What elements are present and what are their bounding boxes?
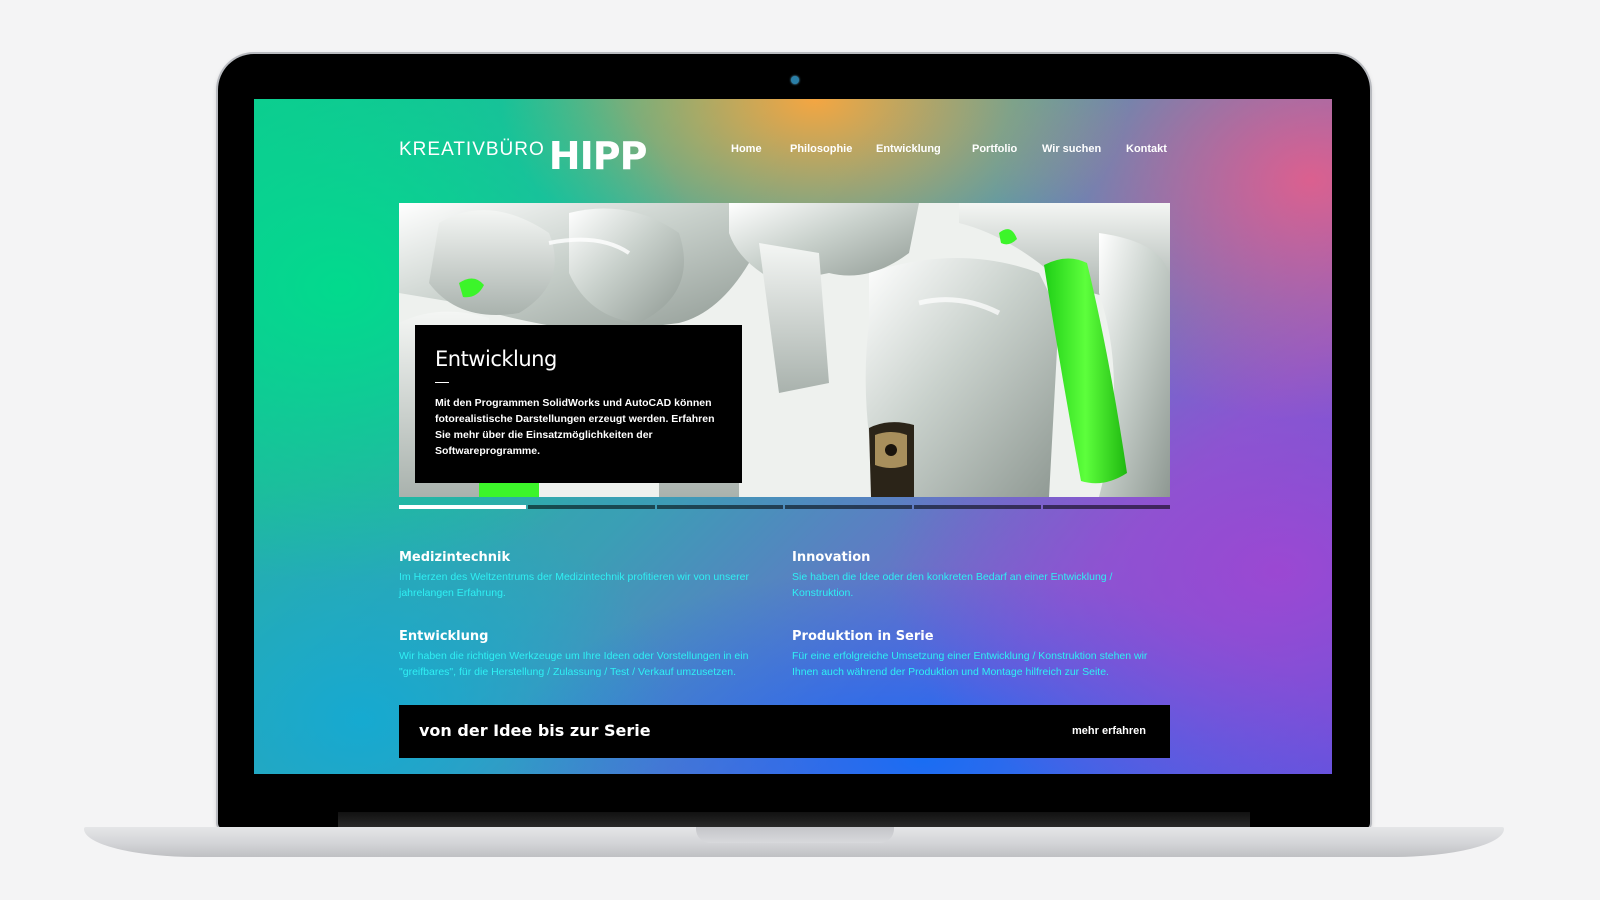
feature-produktion: Produktion in Serie Für eine erfolgreich… (792, 629, 1162, 680)
cta-title: von der Idee bis zur Serie (419, 721, 651, 740)
feature-title: Innovation (792, 550, 871, 565)
feature-title: Produktion in Serie (792, 629, 934, 644)
slider-dot-3[interactable] (656, 505, 784, 509)
feature-title: Entwicklung (399, 629, 489, 644)
nav-item-wir-suchen[interactable]: Wir suchen (1042, 143, 1101, 155)
feature-medizintechnik: Medizintechnik Im Herzen des Weltzentrum… (399, 550, 769, 601)
slider-dot-2[interactable] (527, 505, 655, 509)
feature-text: Wir haben die richtigen Werkzeuge um Ihr… (399, 650, 749, 678)
laptop-hinge (338, 812, 1250, 828)
browser-viewport: KREATIVBÜRO HIPP Home Philosophie Entwic… (254, 99, 1332, 774)
hero-caption-box: Entwicklung Mit den Programmen SolidWork… (415, 325, 742, 483)
laptop-base-notch (696, 827, 894, 843)
feature-text: Im Herzen des Weltzentrums der Medizinte… (399, 571, 749, 599)
hero-description: Mit den Programmen SolidWorks und AutoCA… (435, 397, 715, 457)
nav-item-philosophie[interactable]: Philosophie (790, 143, 852, 155)
slider-pagination (399, 505, 1170, 509)
nav-item-portfolio[interactable]: Portfolio (972, 143, 1017, 155)
nav-item-entwicklung[interactable]: Entwicklung (876, 143, 941, 155)
feature-text: Für eine erfolgreiche Umsetzung einer En… (792, 650, 1148, 678)
slider-dot-6[interactable] (1043, 505, 1170, 509)
slider-dot-1[interactable] (399, 505, 526, 509)
nav-item-home[interactable]: Home (731, 143, 762, 155)
main-navigation: Home Philosophie Entwicklung Portfolio W… (254, 143, 1332, 159)
hero-divider (435, 382, 449, 383)
slider-dot-5[interactable] (914, 505, 1042, 509)
feature-entwicklung: Entwicklung Wir haben die richtigen Werk… (399, 629, 769, 680)
hero-slider[interactable]: Entwicklung Mit den Programmen SolidWork… (399, 203, 1170, 497)
cta-banner: von der Idee bis zur Serie mehr erfahren (399, 705, 1170, 758)
webcam-icon (791, 76, 799, 84)
hero-title: Entwicklung (435, 347, 557, 371)
slider-dot-4[interactable] (785, 505, 913, 509)
feature-title: Medizintechnik (399, 550, 511, 565)
feature-innovation: Innovation Sie haben die Idee oder den k… (792, 550, 1162, 601)
feature-text: Sie haben die Idee oder den konkreten Be… (792, 571, 1113, 599)
mehr-erfahren-link[interactable]: mehr erfahren (1072, 725, 1146, 737)
nav-item-kontakt[interactable]: Kontakt (1126, 143, 1167, 155)
